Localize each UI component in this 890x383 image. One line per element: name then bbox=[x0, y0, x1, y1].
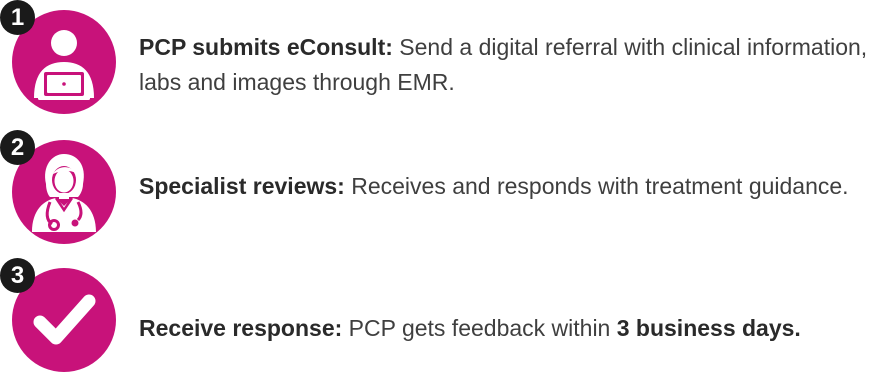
step-3-icon-group: 3 bbox=[0, 258, 125, 383]
step-number-badge: 1 bbox=[0, 0, 35, 35]
step-3-title: Receive response: bbox=[139, 315, 343, 341]
step-3-text: Receive response: PCP gets feedback with… bbox=[139, 311, 879, 346]
step-3-body: PCP gets feedback within bbox=[342, 315, 617, 341]
step-2-icon-group: 2 bbox=[0, 130, 125, 255]
step-number-badge: 2 bbox=[0, 130, 35, 165]
step-1-icon-group: 1 bbox=[0, 0, 125, 125]
step-2-title: Specialist reviews: bbox=[139, 173, 345, 199]
step-3-highlight: 3 business days. bbox=[616, 315, 801, 341]
step-1-text: PCP submits eConsult: Send a digital ref… bbox=[139, 30, 879, 100]
step-2-text: Specialist reviews: Receives and respond… bbox=[139, 169, 879, 204]
step-1-title: PCP submits eConsult: bbox=[139, 34, 393, 60]
step-2-body: Receives and responds with treatment gui… bbox=[344, 173, 849, 199]
step-number-badge: 3 bbox=[0, 258, 35, 293]
